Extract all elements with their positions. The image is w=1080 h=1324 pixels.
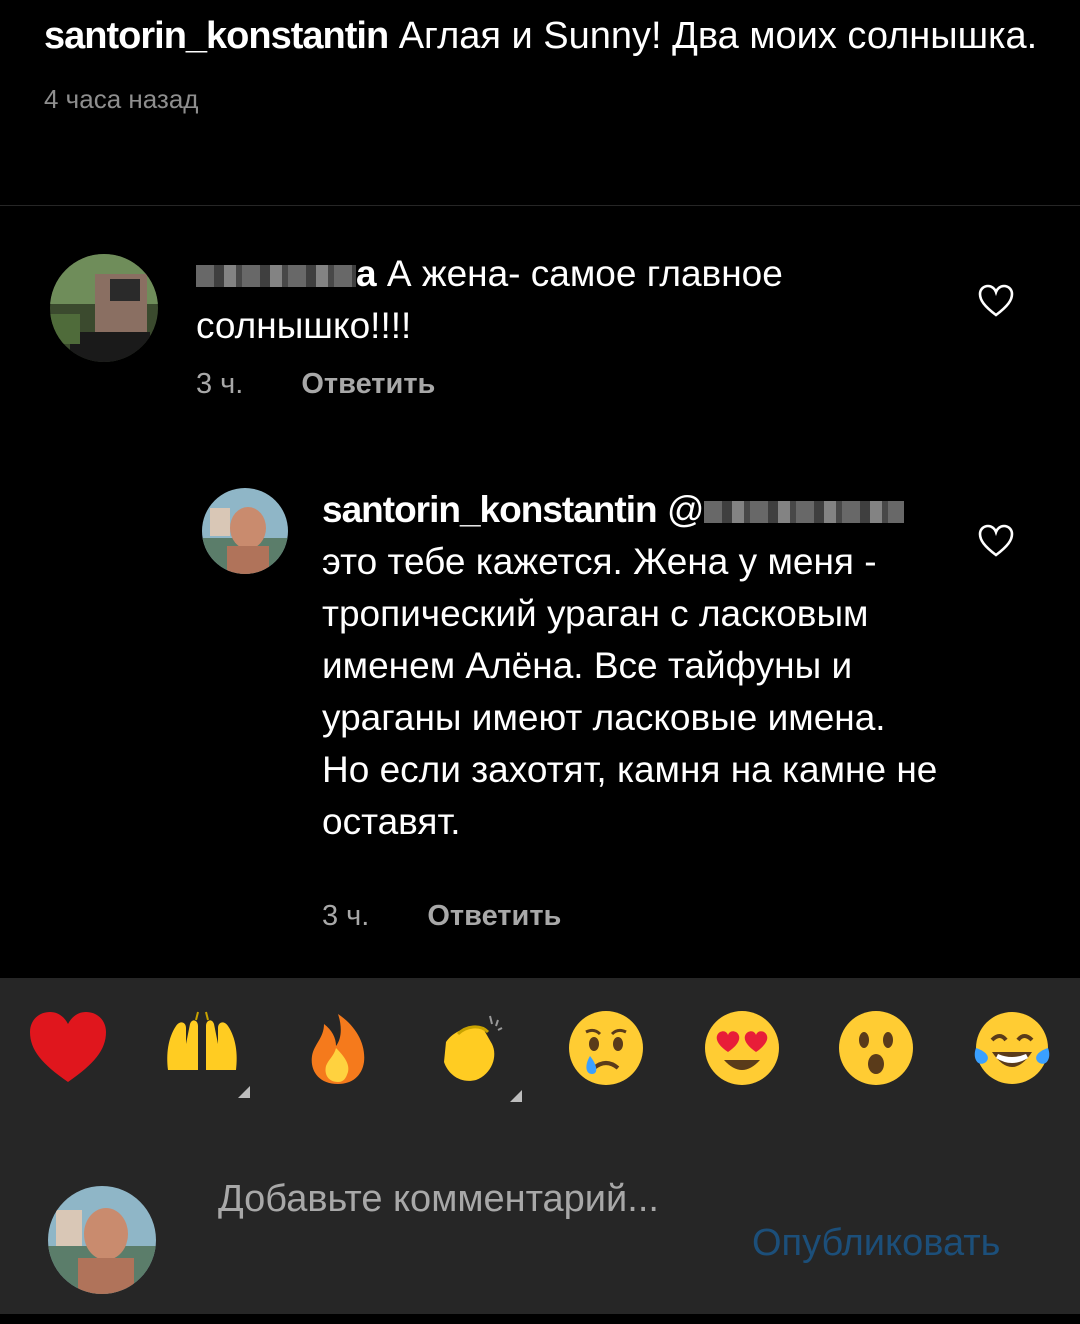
blurred-username[interactable] <box>196 265 356 288</box>
comment-body: a А жена- самое главное солнышко!!!! <box>196 248 956 352</box>
fire-icon[interactable] <box>298 1008 378 1088</box>
bottom-edge <box>0 1314 1080 1324</box>
reply-mention[interactable]: @ <box>667 489 905 530</box>
comment-timestamp: 3 ч. <box>196 368 244 400</box>
comment-meta: 3 ч. Ответить <box>196 368 435 401</box>
comment-composer-panel: Добавьте комментарий... Опубликовать <box>0 978 1080 1314</box>
comment-username-suffix: a <box>356 253 377 294</box>
skin-tone-indicator <box>238 1086 250 1098</box>
raising-hands-icon[interactable] <box>162 1008 250 1098</box>
reply-avatar[interactable] <box>202 488 288 574</box>
blurred-mention <box>704 501 905 524</box>
like-heart-icon[interactable] <box>978 524 1014 558</box>
reply-username[interactable]: santorin_konstantin <box>322 489 658 530</box>
divider <box>0 205 1080 206</box>
astonished-face-icon[interactable] <box>836 1008 916 1088</box>
clapping-hands-icon[interactable] <box>432 1008 522 1102</box>
reply-button[interactable]: Ответить <box>301 368 435 400</box>
post-caption: santorin_konstantin Аглая и Sunny! Два м… <box>44 10 1044 115</box>
like-heart-icon[interactable] <box>978 284 1014 318</box>
tears-of-joy-icon[interactable] <box>972 1008 1052 1088</box>
caption-username[interactable]: santorin_konstantin <box>44 15 389 57</box>
reply-text: это тебе кажется. Жена у меня - тропичес… <box>322 541 938 842</box>
red-heart-icon[interactable] <box>28 1008 108 1088</box>
reply-button[interactable]: Ответить <box>427 900 561 932</box>
reply-meta: 3 ч. Ответить <box>322 900 561 933</box>
current-user-avatar <box>48 1186 156 1294</box>
commenter-avatar[interactable] <box>50 254 158 362</box>
skin-tone-indicator <box>510 1090 522 1102</box>
reply-body: santorin_konstantin @ это тебе кажется. … <box>322 484 942 848</box>
quick-emoji-bar <box>0 1008 1080 1108</box>
caption-text: Аглая и Sunny! Два моих солнышка. <box>388 15 1038 57</box>
caption-timestamp: 4 часа назад <box>44 84 199 114</box>
crying-face-icon[interactable] <box>566 1008 646 1088</box>
comment-input[interactable]: Добавьте комментарий... <box>218 1173 698 1225</box>
reply-timestamp: 3 ч. <box>322 900 370 932</box>
mention-prefix: @ <box>666 489 705 530</box>
publish-button[interactable]: Опубликовать <box>752 1222 1000 1265</box>
heart-eyes-icon[interactable] <box>702 1008 782 1088</box>
